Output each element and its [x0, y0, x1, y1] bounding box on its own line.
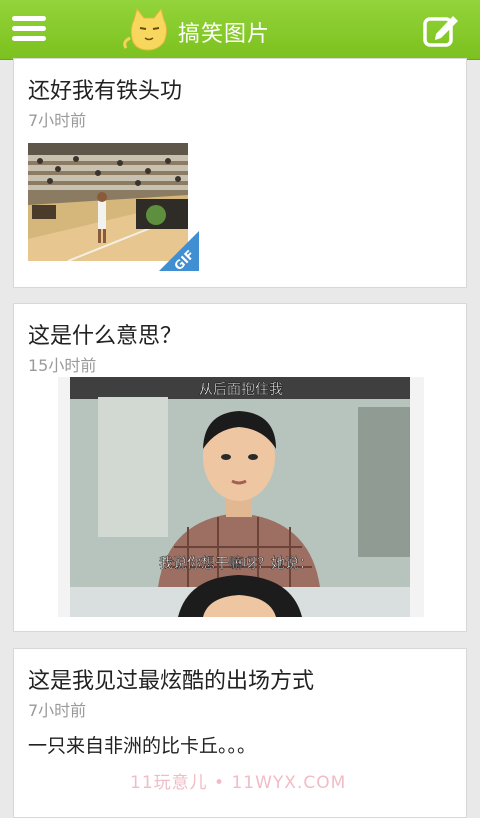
top-app-bar: 搞笑图片: [0, 0, 480, 60]
cat-logo-icon: [123, 8, 167, 51]
hamburger-menu-icon: [12, 16, 46, 21]
edit-icon[interactable]: [422, 12, 460, 48]
watermark: 11玩意儿 • 11WYX.COM: [130, 773, 347, 793]
post-time: 7小时前: [28, 701, 87, 720]
post-card[interactable]: 这是什么意思？ 15小时前 从后面抱住我 我说你想干嘛呀？她说：: [13, 303, 467, 632]
post-title: 这是什么意思？: [28, 324, 183, 349]
meme-caption-bottom: 我说你想干嘛呀？她说：: [159, 556, 313, 572]
post-card[interactable]: 还好我有铁头功 7小时前 GIF: [13, 58, 467, 288]
meme-caption-top: 从后面抱住我: [199, 382, 283, 398]
post-text: 一只来自非洲的比卡丘。。。: [28, 735, 257, 757]
post-time: 7小时前: [28, 111, 87, 130]
post-title: 这是我见过最炫酷的出场方式: [28, 669, 315, 694]
post-time: 15小时前: [28, 356, 97, 375]
post-image[interactable]: 从后面抱住我 我说你想干嘛呀？她说：: [58, 377, 424, 617]
app-title: 搞笑图片: [178, 22, 271, 47]
menu-button[interactable]: [12, 14, 48, 46]
meme-man-image: 从后面抱住我 我说你想干嘛呀？她说：: [70, 377, 410, 617]
post-title: 还好我有铁头功: [28, 79, 183, 104]
gif-badge-icon: GIF: [159, 231, 199, 271]
